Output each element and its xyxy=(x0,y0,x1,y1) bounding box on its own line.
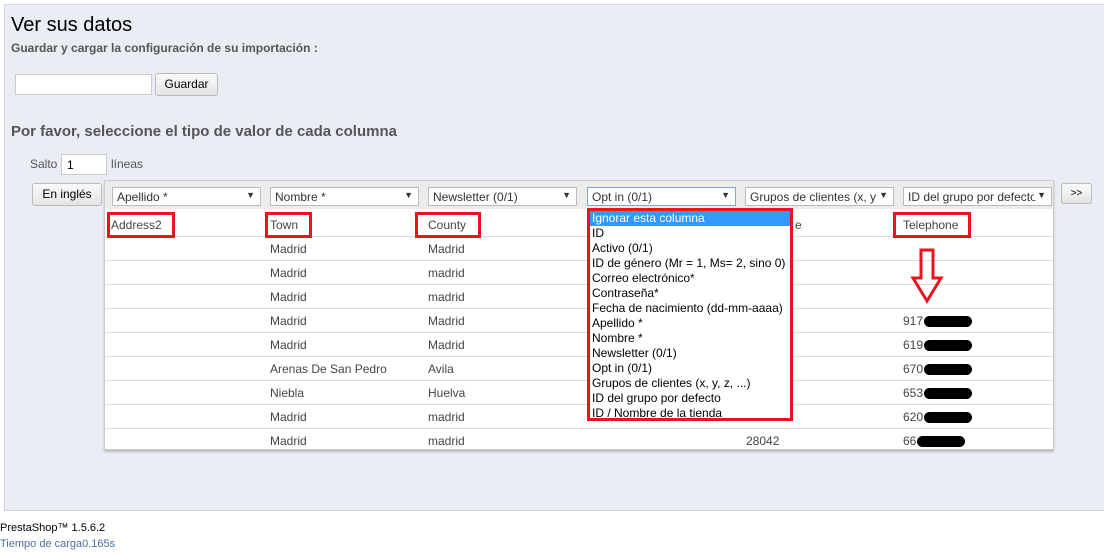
config-name-input[interactable] xyxy=(15,74,152,95)
dropdown-option[interactable]: ID de género (Mr = 1, Ms= 2, sino 0) xyxy=(590,256,790,271)
table-cell: Niebla xyxy=(270,386,305,400)
table-cell: Madrid xyxy=(270,338,307,352)
column-type-select-3[interactable]: Newsletter (0/1) ▼ xyxy=(428,187,577,206)
highlight-address2 xyxy=(107,212,175,238)
table-row: Madrid Madrid 619 xyxy=(105,333,1053,357)
section-title: Por favor, seleccione el tipo de valor d… xyxy=(11,123,397,140)
table-cell: 653 xyxy=(903,386,924,400)
select-value: ID del grupo por defecto xyxy=(908,190,1037,204)
highlight-telephone xyxy=(893,212,971,238)
dropdown-option[interactable]: Nombre * xyxy=(590,331,790,346)
table-cell: madrid xyxy=(428,434,465,448)
config-subtitle: Guardar y cargar la configuración de su … xyxy=(11,41,318,55)
table-cell: 917 xyxy=(903,314,924,328)
table-cell: 66 xyxy=(903,434,917,448)
next-columns-button[interactable]: >> xyxy=(1061,183,1092,204)
skip-unit: líneas xyxy=(111,157,144,171)
table-row: Niebla Huelva 653 xyxy=(105,381,1053,405)
table-cell: Madrid xyxy=(270,242,307,256)
redacted-mark xyxy=(924,340,973,352)
table-cell: 28042 xyxy=(746,434,780,448)
select-value: Newsletter (0/1) xyxy=(433,190,518,204)
table-cell: Madrid xyxy=(428,314,465,328)
redacted-mark xyxy=(917,436,966,448)
column-type-select-1[interactable]: Apellido * ▼ xyxy=(112,187,261,206)
select-value: Apellido * xyxy=(117,190,168,204)
dropdown-option[interactable]: Fecha de nacimiento (dd-mm-aaaa) xyxy=(590,301,790,316)
select-value: Grupos de clientes (x, y xyxy=(750,190,877,204)
dropdown-option[interactable]: Correo electrónico* xyxy=(590,271,790,286)
column-type-select-2[interactable]: Nombre * ▼ xyxy=(270,187,419,206)
redacted-phone: 917 xyxy=(903,314,973,328)
down-arrow-icon xyxy=(910,248,944,304)
footer-version: PrestaShop™ 1.5.6.2 xyxy=(0,522,106,534)
column-type-row: Apellido * ▼ Nombre * ▼ Newsletter (0/1) ▼ … xyxy=(105,181,1053,209)
table-cell: Avila xyxy=(428,362,454,376)
highlight-town xyxy=(265,212,312,238)
skip-lines-input[interactable] xyxy=(61,154,107,175)
table-cell: Madrid xyxy=(270,314,307,328)
table-cell: Madrid xyxy=(270,290,307,304)
table-cell: madrid xyxy=(428,410,465,424)
redacted-mark xyxy=(924,316,973,328)
table-cell: Madrid xyxy=(428,242,465,256)
dropdown-option[interactable]: ID / Nombre de la tienda xyxy=(590,406,790,421)
column-type-select-4[interactable]: Opt in (0/1) ▼ xyxy=(587,187,736,206)
dropdown-arrow-icon: ▼ xyxy=(1034,190,1046,200)
dropdown-option[interactable]: ID del grupo por defecto xyxy=(590,391,790,406)
table-cell: 670 xyxy=(903,362,924,376)
table-cell: madrid xyxy=(428,290,465,304)
select-value: Nombre * xyxy=(275,190,326,204)
table-cell: Madrid xyxy=(270,410,307,424)
column-type-select-6[interactable]: ID del grupo por defecto ▼ xyxy=(903,187,1052,206)
table-cell: 620 xyxy=(903,410,924,424)
dropdown-option[interactable]: Opt in (0/1) xyxy=(590,361,790,376)
dropdown-option[interactable]: ID xyxy=(590,226,790,241)
table-row: Madrid Madrid 917 xyxy=(105,309,1053,333)
column-type-select-5[interactable]: Grupos de clientes (x, y ▼ xyxy=(745,187,894,206)
redacted-phone: 620 xyxy=(903,410,973,424)
save-button[interactable]: Guardar xyxy=(155,73,218,96)
redacted-phone: 670 xyxy=(903,362,973,376)
dropdown-option[interactable]: Contraseña* xyxy=(590,286,790,301)
table-cell: Arenas De San Pedro xyxy=(270,362,387,376)
page-title: Ver sus datos xyxy=(11,14,133,36)
redacted-phone: 653 xyxy=(903,386,973,400)
select-value: Opt in (0/1) xyxy=(592,190,653,204)
redacted-mark xyxy=(924,364,973,376)
redacted-phone: 66 xyxy=(903,434,966,448)
dropdown-arrow-icon: ▼ xyxy=(879,190,888,200)
dropdown-option[interactable]: Apellido * xyxy=(590,316,790,331)
skip-label: Salto xyxy=(30,157,58,171)
table-cell: Huelva xyxy=(428,386,466,400)
table-cell: 619 xyxy=(903,338,924,352)
table-row: Madrid madrid 28042 66 xyxy=(105,429,1053,453)
table-cell: Madrid xyxy=(270,434,307,448)
table-cell: Madrid xyxy=(270,266,307,280)
dropdown-option[interactable]: Newsletter (0/1) xyxy=(590,346,790,361)
dropdown-arrow-icon: ▼ xyxy=(404,190,413,200)
dropdown-option[interactable]: Activo (0/1) xyxy=(590,241,790,256)
column-type-dropdown-list[interactable]: Ignorar esta columna ID Activo (0/1) ID de … xyxy=(587,208,793,421)
dropdown-option[interactable]: Ignorar esta columna xyxy=(590,211,790,226)
header-cell: e xyxy=(795,218,802,232)
table-row: Arenas De San Pedro Avila 670 xyxy=(105,357,1053,381)
table-cell: Madrid xyxy=(428,338,465,352)
footer-load-time: Tiempo de carga0.165s xyxy=(0,538,116,550)
redacted-phone: 619 xyxy=(903,338,973,352)
table-row: Madrid madrid 620 xyxy=(105,405,1053,429)
redacted-mark xyxy=(924,412,973,424)
dropdown-arrow-icon: ▼ xyxy=(721,190,730,200)
dropdown-arrow-icon: ▼ xyxy=(246,190,255,200)
dropdown-arrow-icon: ▼ xyxy=(562,190,571,200)
redacted-mark xyxy=(924,388,973,400)
highlight-county xyxy=(415,212,481,238)
table-cell: madrid xyxy=(428,266,465,280)
english-button[interactable]: En inglés xyxy=(32,183,102,206)
dropdown-option[interactable]: Grupos de clientes (x, y, z, ...) xyxy=(590,376,790,391)
